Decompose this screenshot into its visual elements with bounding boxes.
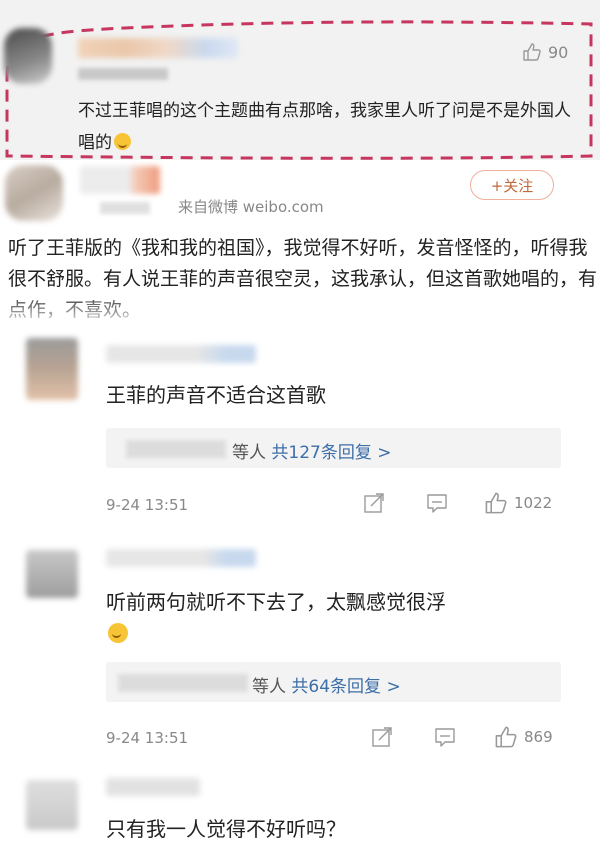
chevron-right-icon: > [377, 443, 392, 463]
username-blurred[interactable] [78, 38, 238, 58]
sub-reply-count: 共127条回复 [271, 443, 372, 463]
avatar[interactable] [5, 165, 63, 221]
comment-button[interactable] [425, 491, 449, 515]
reply-text: 听前两句就听不下去了，太飘感觉很浮 [106, 586, 446, 650]
like-count: 1022 [514, 494, 553, 512]
reply-time: 9-24 13:51 [106, 729, 189, 747]
avatar[interactable] [26, 780, 78, 830]
like-button[interactable]: 869 [494, 725, 553, 749]
text-cutoff-fade [0, 292, 610, 322]
avatar[interactable] [4, 28, 52, 84]
like-count: 869 [524, 728, 553, 746]
post-source: 来自微博 weibo.com [178, 198, 324, 216]
thumbs-up-icon [495, 726, 517, 748]
comment-icon [427, 494, 447, 513]
thumbs-up-icon [523, 43, 541, 61]
sub-reply-users-blurred [126, 440, 226, 458]
username-blurred[interactable] [106, 345, 256, 363]
sub-replies-link[interactable]: 等人 共64条回复 > [106, 662, 561, 702]
avatar[interactable] [26, 550, 78, 598]
reply-time: 9-24 13:51 [106, 496, 189, 514]
comment-text: 不过王菲唱的这个主题曲有点那啥，我家里人听了问是不是外国人唱的 [78, 101, 571, 153]
like-count: 90 [548, 42, 569, 62]
username-blurred[interactable] [80, 166, 160, 194]
avatar[interactable] [26, 338, 78, 400]
thumbs-up-icon [485, 492, 507, 514]
share-icon [372, 727, 392, 747]
sub-reply-count: 共64条回复 [291, 677, 382, 697]
chevron-right-icon: > [386, 677, 401, 697]
timestamp-blurred [100, 202, 150, 214]
laughing-emoji-icon [114, 133, 131, 150]
reply-text: 王菲的声音不适合这首歌 [106, 383, 326, 407]
sub-reply-prefix: 等人 [252, 677, 286, 697]
comment-icon [435, 728, 455, 747]
drooling-emoji-icon [108, 623, 128, 643]
sub-reply-prefix: 等人 [232, 443, 266, 463]
sub-replies-link[interactable]: 等人 共127条回复 > [106, 428, 561, 468]
timestamp-blurred [78, 68, 168, 80]
like-button[interactable]: 90 [522, 42, 568, 62]
share-button[interactable] [362, 491, 386, 515]
comment-button[interactable] [433, 725, 457, 749]
follow-button[interactable]: +关注 [470, 170, 554, 200]
username-blurred[interactable] [106, 549, 256, 567]
reply-text: 只有我一人觉得不好听吗？ [106, 817, 346, 841]
share-icon [364, 493, 384, 513]
username-blurred[interactable] [106, 778, 200, 796]
share-button[interactable] [370, 725, 394, 749]
sub-reply-users-blurred [118, 674, 248, 692]
like-button[interactable]: 1022 [484, 491, 552, 515]
